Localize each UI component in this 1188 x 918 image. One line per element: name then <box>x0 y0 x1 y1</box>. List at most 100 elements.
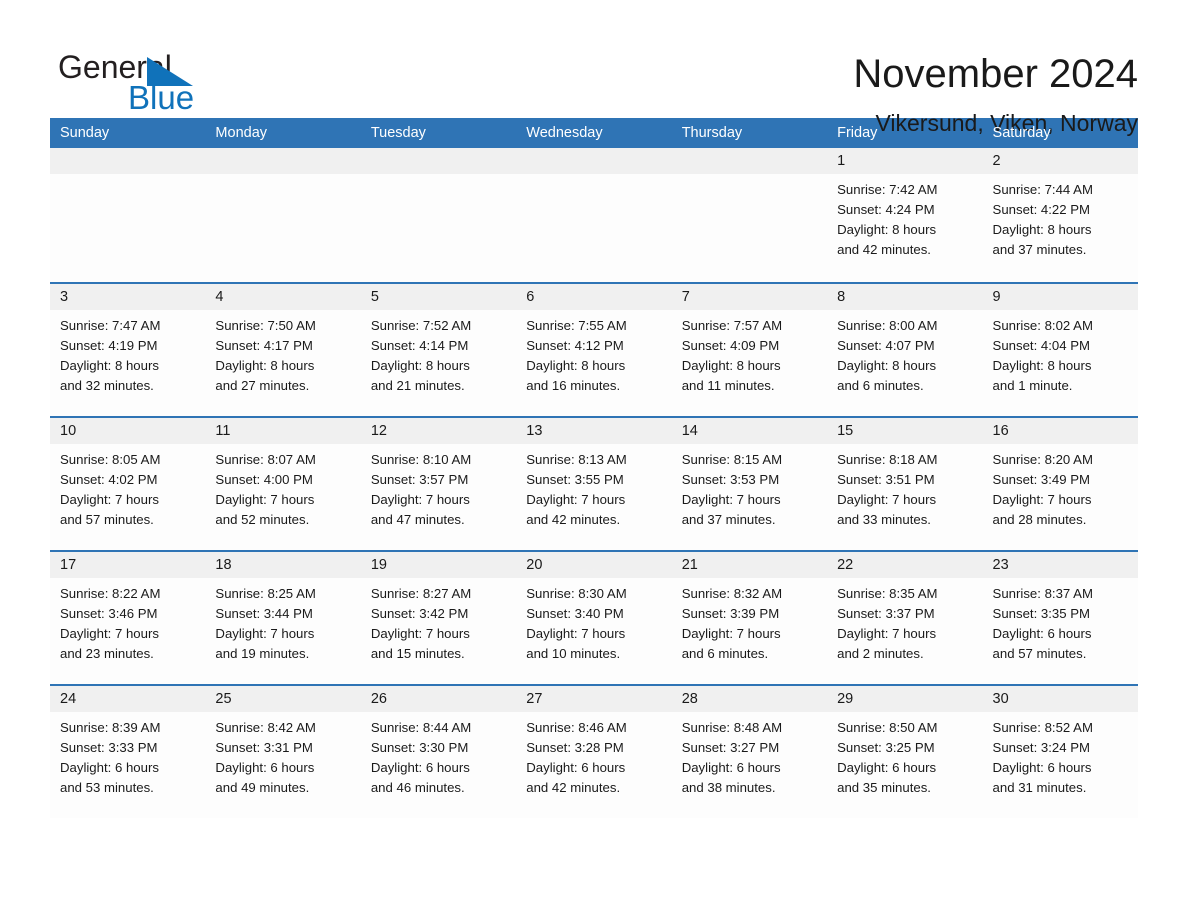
sunrise-text: Sunrise: 7:52 AM <box>370 318 472 333</box>
day-cell[interactable]: 27 Sunrise: 8:46 AM Sunset: 3:28 PM Dayl… <box>516 686 672 818</box>
week-row: 17 Sunrise: 8:22 AM Sunset: 3:46 PM Dayl… <box>50 550 1138 684</box>
daylight-text-line1: Daylight: 6 hours <box>837 760 937 775</box>
day-cell[interactable]: 20 Sunrise: 8:30 AM Sunset: 3:40 PM Dayl… <box>516 552 672 684</box>
sunset-text: Sunset: 3:40 PM <box>526 606 624 621</box>
sunset-text: Sunset: 3:37 PM <box>837 606 935 621</box>
sunset-text: Sunset: 4:07 PM <box>837 338 935 353</box>
day-cell[interactable]: 11 Sunrise: 8:07 AM Sunset: 4:00 PM Dayl… <box>205 418 361 550</box>
day-number <box>671 148 828 174</box>
day-details: Sunrise: 7:57 AM Sunset: 4:09 PM Dayligh… <box>672 310 827 396</box>
daylight-text-line1: Daylight: 6 hours <box>370 760 470 775</box>
sunrise-text: Sunrise: 8:10 AM <box>370 452 472 467</box>
sunset-text: Sunset: 3:33 PM <box>60 740 158 755</box>
day-cell[interactable]: 24 Sunrise: 8:39 AM Sunset: 3:33 PM Dayl… <box>50 686 206 818</box>
daylight-text-line1: Daylight: 8 hours <box>370 358 470 373</box>
day-number: 28 <box>671 686 828 712</box>
day-cell[interactable]: 30 Sunrise: 8:52 AM Sunset: 3:24 PM Dayl… <box>982 686 1138 818</box>
day-cell[interactable]: 21 Sunrise: 8:32 AM Sunset: 3:39 PM Dayl… <box>671 552 828 684</box>
day-cell[interactable]: 8 Sunrise: 8:00 AM Sunset: 4:07 PM Dayli… <box>827 284 983 416</box>
day-details: Sunrise: 8:35 AM Sunset: 3:37 PM Dayligh… <box>827 578 982 664</box>
sunset-text: Sunset: 3:55 PM <box>526 472 624 487</box>
day-number: 2 <box>982 148 1138 174</box>
day-cell[interactable]: 1 Sunrise: 7:42 AM Sunset: 4:24 PM Dayli… <box>827 148 983 282</box>
day-number <box>360 148 517 174</box>
day-details: Sunrise: 8:07 AM Sunset: 4:00 PM Dayligh… <box>205 444 360 530</box>
daylight-text-line1: Daylight: 6 hours <box>681 760 781 775</box>
day-number: 20 <box>516 552 672 578</box>
day-cell[interactable]: 2 Sunrise: 7:44 AM Sunset: 4:22 PM Dayli… <box>982 148 1138 282</box>
week-row: 24 Sunrise: 8:39 AM Sunset: 3:33 PM Dayl… <box>50 684 1138 818</box>
sunrise-text: Sunrise: 8:30 AM <box>526 586 627 601</box>
day-number <box>205 148 361 174</box>
sunrise-text: Sunrise: 8:37 AM <box>992 586 1093 601</box>
day-number: 22 <box>827 552 983 578</box>
weekday-header-wednesday: Wednesday <box>526 125 603 141</box>
day-cell[interactable] <box>205 148 361 282</box>
day-number: 30 <box>982 686 1138 712</box>
day-cell[interactable]: 17 Sunrise: 8:22 AM Sunset: 3:46 PM Dayl… <box>50 552 206 684</box>
day-number: 23 <box>982 552 1138 578</box>
day-cell[interactable]: 16 Sunrise: 8:20 AM Sunset: 3:49 PM Dayl… <box>982 418 1138 550</box>
sunrise-text: Sunrise: 8:20 AM <box>992 452 1093 467</box>
day-cell[interactable]: 4 Sunrise: 7:50 AM Sunset: 4:17 PM Dayli… <box>205 284 361 416</box>
week-row: 10 Sunrise: 8:05 AM Sunset: 4:02 PM Dayl… <box>50 416 1138 550</box>
daylight-text-line1: Daylight: 7 hours <box>60 626 159 641</box>
page-title: November 2024 <box>853 52 1138 96</box>
sunset-text: Sunset: 3:24 PM <box>992 740 1091 755</box>
daylight-text-line2: and 15 minutes. <box>370 646 465 661</box>
day-cell[interactable]: 3 Sunrise: 7:47 AM Sunset: 4:19 PM Dayli… <box>50 284 206 416</box>
daylight-text-line2: and 42 minutes. <box>526 780 621 795</box>
daylight-text-line2: and 57 minutes. <box>60 512 154 527</box>
day-details: Sunrise: 7:52 AM Sunset: 4:14 PM Dayligh… <box>361 310 516 396</box>
daylight-text-line2: and 53 minutes. <box>60 780 154 795</box>
day-cell[interactable]: 23 Sunrise: 8:37 AM Sunset: 3:35 PM Dayl… <box>982 552 1138 684</box>
daylight-text-line2: and 27 minutes. <box>215 378 310 393</box>
day-details: Sunrise: 8:18 AM Sunset: 3:51 PM Dayligh… <box>827 444 982 530</box>
daylight-text-line2: and 47 minutes. <box>370 512 465 527</box>
day-details <box>672 174 827 180</box>
daylight-text-line2: and 38 minutes. <box>681 780 776 795</box>
daylight-text-line2: and 6 minutes. <box>837 378 924 393</box>
day-details: Sunrise: 7:47 AM Sunset: 4:19 PM Dayligh… <box>50 310 205 396</box>
day-number: 15 <box>827 418 983 444</box>
day-number: 16 <box>982 418 1138 444</box>
day-cell[interactable]: 26 Sunrise: 8:44 AM Sunset: 3:30 PM Dayl… <box>360 686 517 818</box>
daylight-text-line1: Daylight: 7 hours <box>215 492 315 507</box>
daylight-text-line1: Daylight: 8 hours <box>837 222 937 237</box>
day-cell[interactable]: 9 Sunrise: 8:02 AM Sunset: 4:04 PM Dayli… <box>982 284 1138 416</box>
day-cell[interactable]: 29 Sunrise: 8:50 AM Sunset: 3:25 PM Dayl… <box>827 686 983 818</box>
sunset-text: Sunset: 4:04 PM <box>992 338 1091 353</box>
day-cell[interactable] <box>360 148 517 282</box>
day-cell[interactable] <box>50 148 206 282</box>
day-cell[interactable]: 19 Sunrise: 8:27 AM Sunset: 3:42 PM Dayl… <box>360 552 517 684</box>
day-cell[interactable]: 18 Sunrise: 8:25 AM Sunset: 3:44 PM Dayl… <box>205 552 361 684</box>
daylight-text-line2: and 10 minutes. <box>526 646 621 661</box>
daylight-text-line2: and 28 minutes. <box>992 512 1087 527</box>
day-cell[interactable]: 5 Sunrise: 7:52 AM Sunset: 4:14 PM Dayli… <box>360 284 517 416</box>
day-cell[interactable]: 25 Sunrise: 8:42 AM Sunset: 3:31 PM Dayl… <box>205 686 361 818</box>
day-cell[interactable]: 6 Sunrise: 7:55 AM Sunset: 4:12 PM Dayli… <box>516 284 672 416</box>
day-cell[interactable]: 13 Sunrise: 8:13 AM Sunset: 3:55 PM Dayl… <box>516 418 672 550</box>
sunset-text: Sunset: 3:51 PM <box>837 472 935 487</box>
day-cell[interactable]: 12 Sunrise: 8:10 AM Sunset: 3:57 PM Dayl… <box>360 418 517 550</box>
day-number: 1 <box>827 148 983 174</box>
day-cell[interactable]: 10 Sunrise: 8:05 AM Sunset: 4:02 PM Dayl… <box>50 418 206 550</box>
day-cell[interactable]: 7 Sunrise: 7:57 AM Sunset: 4:09 PM Dayli… <box>671 284 828 416</box>
day-cell[interactable] <box>516 148 672 282</box>
sunset-text: Sunset: 3:46 PM <box>60 606 158 621</box>
sunset-text: Sunset: 3:27 PM <box>681 740 780 755</box>
sunset-text: Sunset: 4:24 PM <box>837 202 935 217</box>
day-details: Sunrise: 8:25 AM Sunset: 3:44 PM Dayligh… <box>205 578 360 664</box>
sunrise-text: Sunrise: 8:02 AM <box>992 318 1093 333</box>
day-cell[interactable]: 28 Sunrise: 8:48 AM Sunset: 3:27 PM Dayl… <box>671 686 828 818</box>
day-cell[interactable]: 22 Sunrise: 8:35 AM Sunset: 3:37 PM Dayl… <box>827 552 983 684</box>
day-details: Sunrise: 8:42 AM Sunset: 3:31 PM Dayligh… <box>205 712 360 798</box>
sunrise-text: Sunrise: 8:46 AM <box>526 720 627 735</box>
sunrise-text: Sunrise: 8:22 AM <box>60 586 161 601</box>
day-details: Sunrise: 7:55 AM Sunset: 4:12 PM Dayligh… <box>516 310 671 396</box>
day-cell[interactable]: 15 Sunrise: 8:18 AM Sunset: 3:51 PM Dayl… <box>827 418 983 550</box>
day-cell[interactable] <box>671 148 828 282</box>
daylight-text-line1: Daylight: 6 hours <box>526 760 626 775</box>
day-cell[interactable]: 14 Sunrise: 8:15 AM Sunset: 3:53 PM Dayl… <box>671 418 828 550</box>
day-number <box>50 148 206 174</box>
